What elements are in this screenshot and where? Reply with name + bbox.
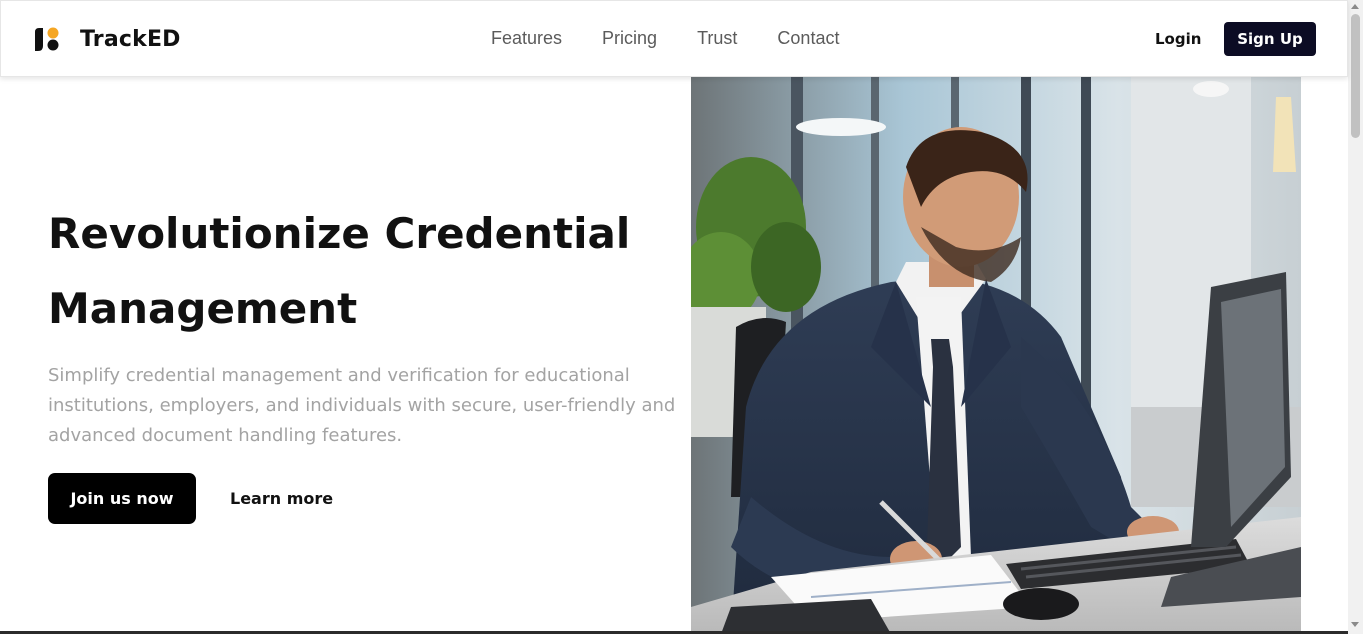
office-worker-illustration [691, 77, 1301, 634]
main-nav: Features Pricing Trust Contact [491, 28, 879, 49]
vertical-scrollbar[interactable] [1348, 0, 1363, 634]
learn-more-link[interactable]: Learn more [230, 489, 333, 508]
login-link[interactable]: Login [1155, 30, 1201, 48]
nav-link-contact[interactable]: Contact [777, 28, 839, 49]
nav-link-trust[interactable]: Trust [697, 28, 737, 49]
nav-link-pricing[interactable]: Pricing [602, 28, 657, 49]
nav-link-features[interactable]: Features [491, 28, 562, 49]
hero-image [691, 77, 1301, 634]
hero-title: Revolutionize Credential Management [48, 209, 631, 333]
scroll-up-arrow-icon[interactable] [1351, 4, 1359, 9]
scroll-thumb[interactable] [1351, 14, 1360, 138]
hero-subtitle: Simplify credential management and verif… [48, 365, 676, 446]
top-navbar: TrackED Features Pricing Trust Contact L… [0, 0, 1348, 77]
signup-button[interactable]: Sign Up [1224, 22, 1316, 56]
join-us-button[interactable]: Join us now [48, 473, 196, 524]
scroll-down-arrow-icon[interactable] [1351, 622, 1359, 627]
brand-name: TrackED [80, 26, 181, 52]
brand-logo[interactable]: TrackED [32, 24, 181, 54]
logo-icon [35, 27, 59, 51]
